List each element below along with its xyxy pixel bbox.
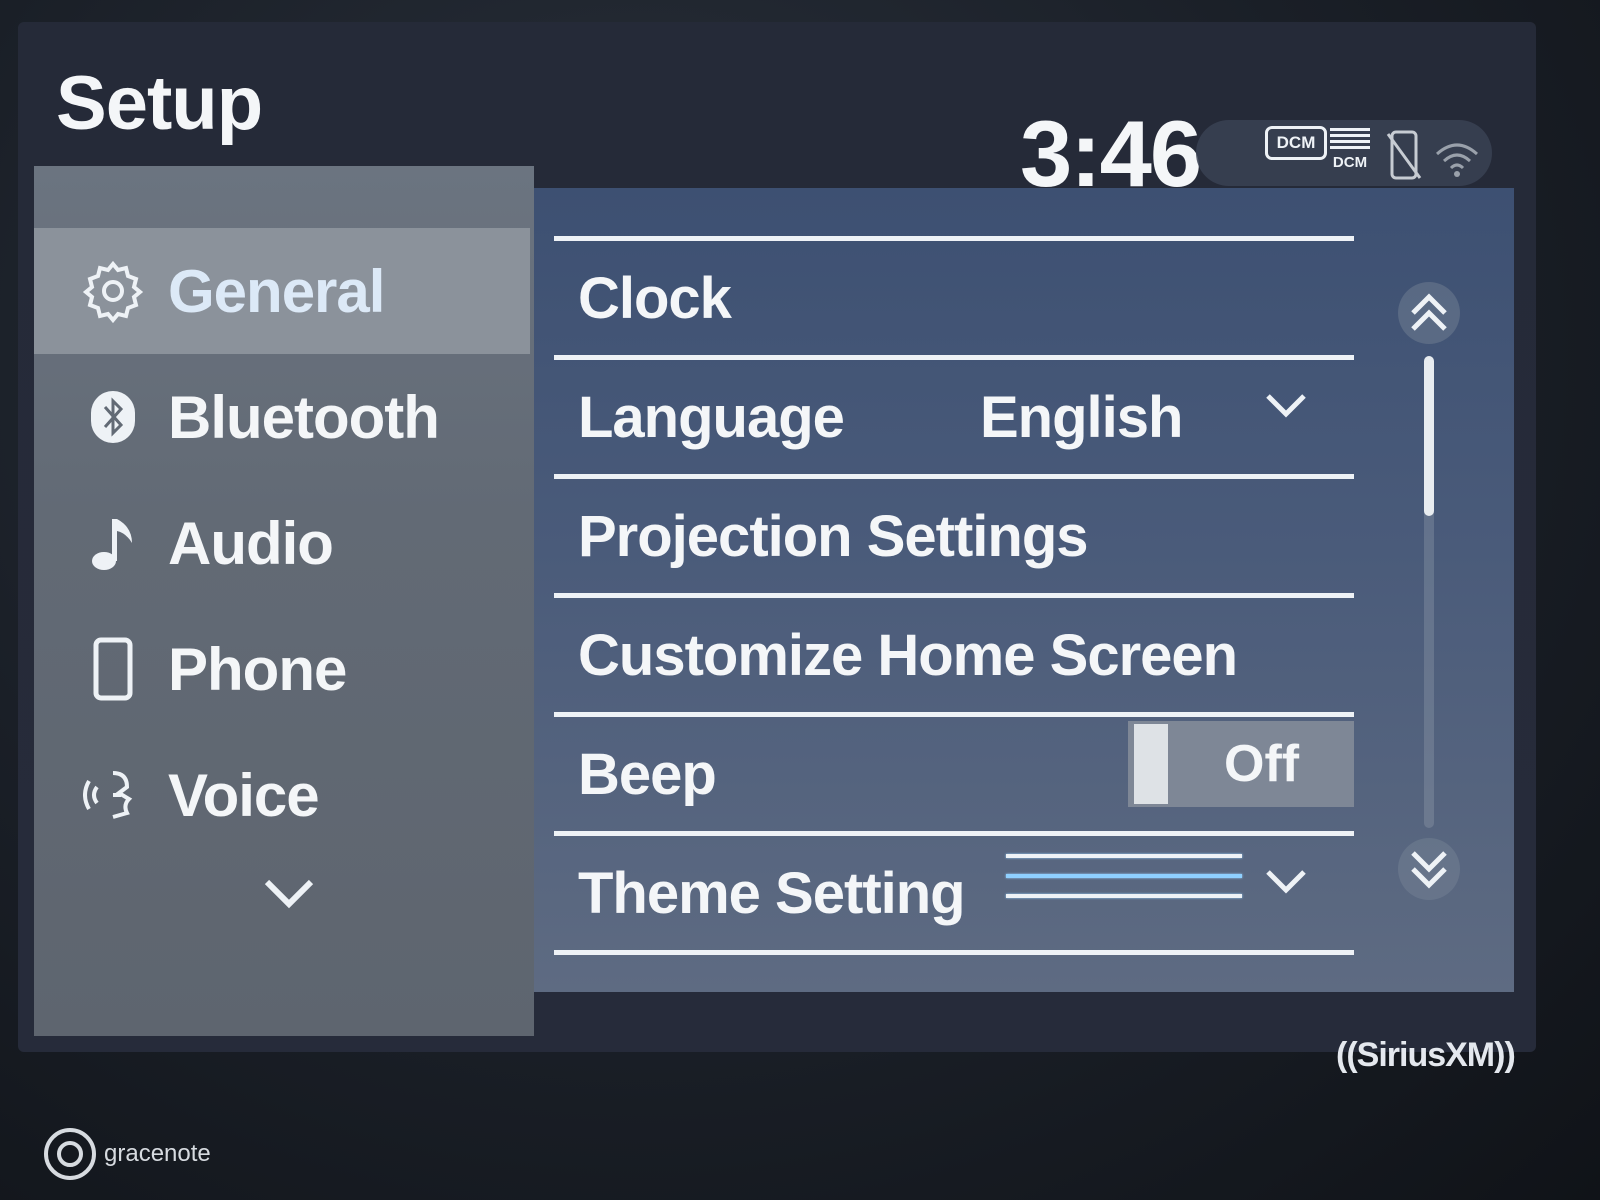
sidebar-item-bluetooth[interactable]: Bluetooth: [34, 354, 530, 480]
gracenote-text: gracenote: [104, 1140, 211, 1167]
sidebar-item-label: Phone: [168, 635, 347, 703]
settings-row-clock[interactable]: Clock: [554, 236, 1354, 355]
chevron-down-icon: [1266, 394, 1306, 418]
chevron-down-icon: [1266, 870, 1306, 894]
row-label: Projection Settings: [578, 503, 1089, 569]
settings-row-customize-home[interactable]: Customize Home Screen: [554, 593, 1354, 712]
scrollbar-track[interactable]: [1424, 356, 1434, 828]
sidebar-item-label: Bluetooth: [168, 383, 440, 451]
scrollbar-thumb[interactable]: [1424, 356, 1434, 516]
scroll-up-button[interactable]: [1398, 282, 1460, 344]
sidebar-item-general[interactable]: General: [34, 228, 530, 354]
toggle-knob: [1134, 724, 1168, 804]
sidebar-item-phone[interactable]: Phone: [34, 606, 530, 732]
dcm-badge-icon: DCM: [1265, 126, 1327, 160]
settings-row-beep[interactable]: Beep Off: [554, 712, 1354, 831]
sidebar-item-label: Voice: [168, 761, 320, 829]
beep-toggle[interactable]: Off: [1128, 721, 1354, 807]
sidebar: General Bluetooth Audio Phone Voice: [34, 166, 534, 1036]
siriusxm-logo: ((SiriusXM)): [1336, 1036, 1516, 1074]
row-label: Language: [578, 384, 845, 450]
gracenote-icon: [44, 1128, 96, 1180]
scroll-down-button[interactable]: [1398, 838, 1460, 900]
gracenote-logo: gracenote: [44, 1128, 211, 1180]
settings-row-projection[interactable]: Projection Settings: [554, 474, 1354, 593]
language-value: English: [980, 384, 1183, 450]
settings-row-language[interactable]: Language English: [554, 355, 1354, 474]
row-label: Beep: [578, 741, 717, 807]
settings-row-theme[interactable]: Theme Setting: [554, 831, 1354, 955]
sidebar-item-voice[interactable]: Voice: [34, 732, 530, 858]
sidebar-item-label: General: [168, 257, 385, 325]
music-note-icon: [78, 513, 148, 573]
chevron-down-icon: [264, 879, 314, 909]
row-label: Clock: [578, 265, 732, 331]
gear-icon: [78, 258, 148, 324]
double-chevron-down-icon: [1411, 851, 1447, 889]
wifi-icon: [1434, 140, 1480, 185]
dcm-signal-label: DCM: [1332, 154, 1368, 171]
row-label: Customize Home Screen: [578, 622, 1238, 688]
phone-icon: [78, 636, 148, 702]
voice-icon: [78, 765, 148, 825]
toggle-state: Off: [1224, 735, 1300, 793]
sidebar-more-button[interactable]: [259, 868, 319, 918]
dcm-signal-icon: DCM: [1330, 128, 1370, 184]
row-label: Theme Setting: [578, 860, 966, 926]
double-chevron-up-icon: [1411, 293, 1447, 331]
sidebar-item-audio[interactable]: Audio: [34, 480, 530, 606]
theme-preview: [1006, 854, 1242, 914]
sidebar-item-label: Audio: [168, 509, 334, 577]
bluetooth-icon: [78, 389, 148, 445]
phone-disconnected-icon: [1386, 128, 1422, 187]
page-title: Setup: [56, 61, 263, 146]
